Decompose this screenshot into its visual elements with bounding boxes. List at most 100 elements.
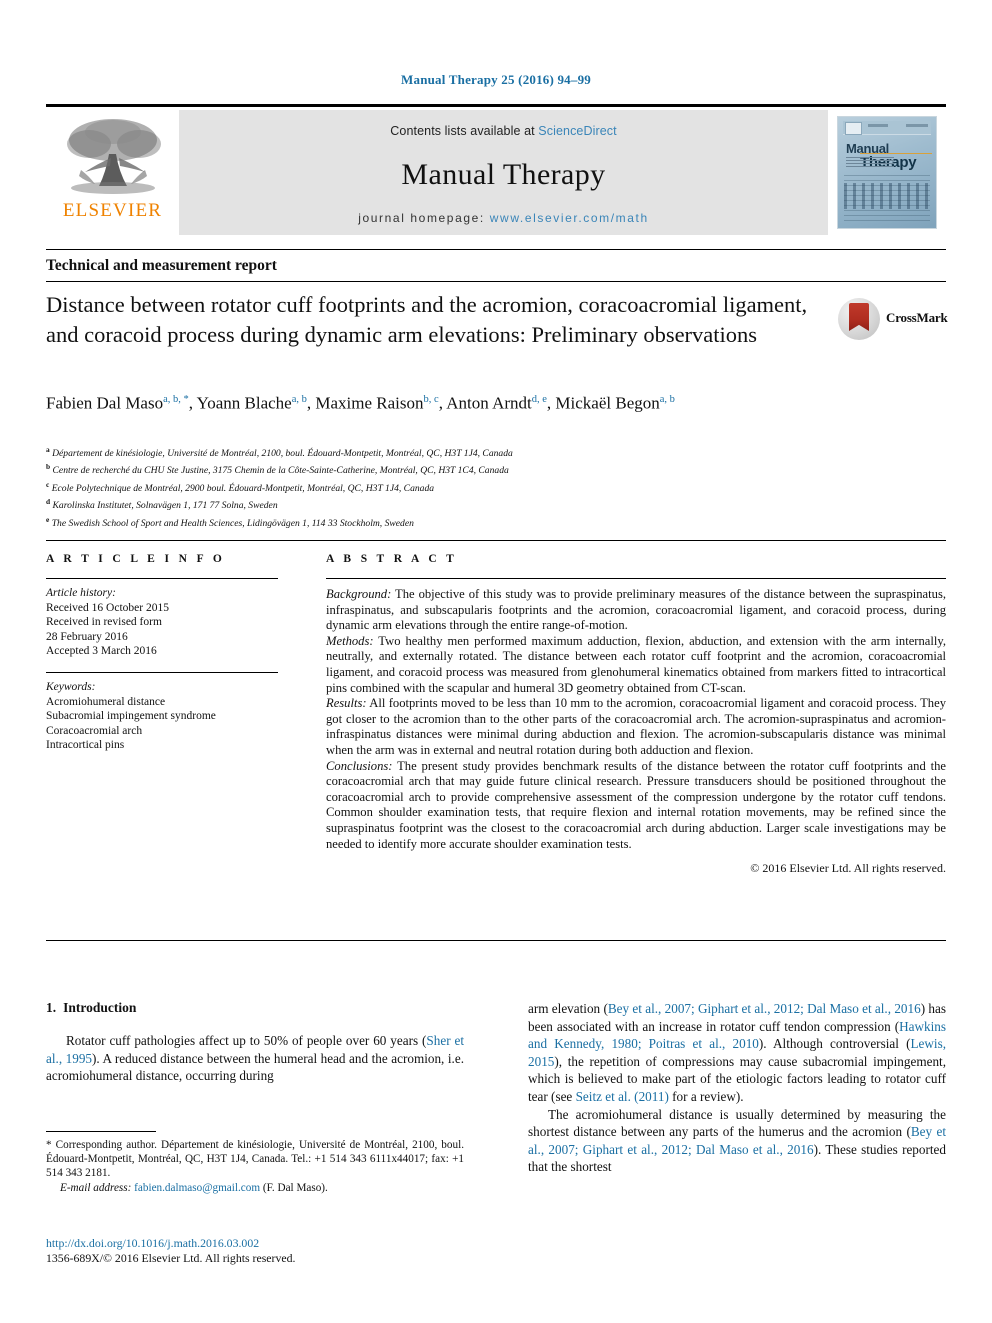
abstract-heading: A B S T R A C T (326, 553, 458, 565)
abstract-section-label: Conclusions: (326, 758, 393, 773)
affiliation-item: e The Swedish School of Sport and Health… (46, 513, 836, 530)
author-name: Fabien Dal Maso (46, 393, 164, 413)
email-link[interactable]: fabien.dalmaso@gmail.com (134, 1182, 260, 1194)
author-marks[interactable]: a, b (660, 394, 675, 405)
intro-text-b: ). A reduced distance between the humera… (46, 1050, 464, 1084)
citation-link[interactable]: Seitz et al. (2011) (576, 1089, 669, 1104)
abstract-section: Methods: Two healthy men performed maxim… (326, 634, 946, 696)
author-marks[interactable]: d, e (532, 394, 547, 405)
affiliation-mark: a (46, 445, 50, 454)
kicker-rule-top (46, 249, 946, 250)
affiliation-mark: e (46, 514, 50, 524)
abstract-body: Background: The objective of this study … (326, 587, 946, 877)
abstract-section: Conclusions: The present study provides … (326, 759, 946, 853)
paper-page: Manual Therapy 25 (2016) 94–99 ELSEVIER … (0, 0, 992, 1323)
abstract-section-label: Background: (326, 587, 392, 601)
affiliation-text: The Swedish School of Sport and Health S… (51, 517, 414, 529)
author-name: Maxime Raison (315, 393, 424, 413)
intro-paragraph-right-2: The acromiohumeral distance is usually d… (528, 1106, 946, 1176)
keyword-item: Intracortical pins (46, 739, 125, 752)
abstract-section-label: Methods: (326, 633, 374, 648)
footnote-block: * Corresponding author. Département de k… (46, 1138, 464, 1195)
masthead-center: Contents lists available at ScienceDirec… (179, 110, 828, 235)
journal-masthead: ELSEVIER Contents lists available at Sci… (46, 104, 946, 235)
affiliation-text: Karolinska Institutet, Solnavägen 1, 171… (52, 500, 278, 512)
journal-homepage-line: journal homepage: www.elsevier.com/math (179, 211, 828, 225)
elsevier-wordmark: ELSEVIER (62, 200, 163, 221)
doi-block: http://dx.doi.org/10.1016/j.math.2016.03… (46, 1236, 476, 1266)
section-number: 1. (46, 1000, 57, 1015)
email-note: E-mail address: fabien.dalmaso@gmail.com… (46, 1181, 464, 1195)
abstract-rule (326, 578, 946, 579)
article-info-rule (46, 578, 278, 579)
issn-copyright: 1356-689X/© 2016 Elsevier Ltd. All right… (46, 1251, 296, 1265)
author-marks[interactable]: b, c (424, 394, 439, 405)
keyword-item: Acromiohumeral distance (46, 695, 166, 708)
crossmark-icon (838, 298, 880, 340)
article-history-label: Article history: (46, 587, 116, 599)
text-c: ). Although controversial ( (758, 1036, 911, 1052)
affiliation-mark: c (46, 479, 50, 489)
citation-link[interactable]: Bey et al., 2007; Giphart et al., 2012; … (608, 1001, 921, 1016)
crossmark-label: CrossMark (886, 310, 948, 325)
crossmark-badge[interactable]: CrossMark (838, 296, 948, 342)
abstract-block-rule-top (46, 540, 946, 541)
intro-text-a: Rotator cuff pathologies affect up to 50… (66, 1033, 427, 1048)
contents-available-line: Contents lists available at ScienceDirec… (390, 124, 616, 138)
article-info-column: A R T I C L E I N F O Article history: R… (46, 553, 278, 753)
author-name: Yoann Blache (196, 393, 292, 413)
keyword-item: Subacromial impingement syndrome (46, 710, 216, 723)
history-item: 28 February 2016 (46, 630, 128, 643)
email-label: E-mail address: (60, 1181, 132, 1194)
article-history: Article history: Received 16 October 201… (46, 586, 278, 659)
kicker-rule-bottom (46, 281, 946, 282)
body-column-left: 1. Introduction Rotator cuff pathologies … (46, 1000, 464, 1085)
abstract-section: Background: The objective of this study … (326, 587, 946, 634)
journal-cover-thumbnail: Manual Therapy (828, 110, 946, 235)
abstract-section-text: The present study provides benchmark res… (326, 758, 946, 851)
intro-paragraph-left: Rotator cuff pathologies affect up to 50… (46, 1032, 464, 1085)
sciencedirect-link[interactable]: ScienceDirect (538, 124, 616, 138)
article-info-heading: A R T I C L E I N F O (46, 553, 226, 565)
intro-paragraph-right-1: arm elevation (Bey et al., 2007; Giphart… (528, 1000, 946, 1106)
keywords-label: Keywords: (46, 680, 96, 693)
corresponding-author-note: * Corresponding author. Département de k… (46, 1139, 464, 1180)
author-marks[interactable]: a, b, * (163, 394, 189, 405)
abstract-section: Results: All footprints moved to be less… (326, 696, 946, 758)
journal-title: Manual Therapy (401, 158, 606, 191)
email-owner: (F. Dal Maso). (262, 1181, 328, 1194)
affiliation-item: a Département de kinésiologie, Universit… (46, 443, 836, 460)
doi-link[interactable]: http://dx.doi.org/10.1016/j.math.2016.03… (46, 1236, 476, 1251)
affiliation-text: Centre de recherché du CHU Ste Justine, … (52, 465, 509, 477)
affiliation-mark: d (46, 497, 51, 507)
author-name: Mickaël Begon (555, 393, 660, 413)
author-list: Fabien Dal Masoa, b, *, Yoann Blachea, b… (46, 393, 675, 413)
text-a: The acromiohumeral distance is usually d… (528, 1106, 946, 1140)
journal-homepage-link[interactable]: www.elsevier.com/math (490, 211, 649, 225)
section-heading-introduction: 1. Introduction (46, 1000, 464, 1016)
affiliation-item: d Karolinska Institutet, Solnavägen 1, 1… (46, 495, 836, 512)
author-name: Anton Arndt (446, 393, 532, 413)
section-title: Introduction (63, 1000, 137, 1015)
elsevier-tree-icon (59, 114, 167, 200)
abstract-block-rule-bottom (46, 940, 946, 941)
text-e: for a review). (668, 1088, 744, 1104)
text-a: arm elevation ( (528, 1001, 608, 1016)
page-title: Distance between rotator cuff footprints… (46, 292, 808, 347)
affiliation-text: Département de kinésiologie, Université … (52, 448, 513, 460)
author-marks[interactable]: a, b (292, 394, 307, 405)
affiliation-mark: b (46, 462, 51, 472)
keywords-rule (46, 671, 278, 673)
history-item: Received 16 October 2015 (46, 601, 169, 614)
keywords-list: Keywords: Acromiohumeral distance Subacr… (46, 680, 278, 753)
abstract-section-label: Results: (326, 696, 367, 711)
footnote-rule (46, 1131, 156, 1132)
contents-prefix: Contents lists available at (390, 124, 539, 138)
affiliation-text: Ecole Polytechnique de Montréal, 2900 bo… (51, 482, 435, 494)
affiliation-item: c Ecole Polytechnique de Montréal, 2900 … (46, 478, 836, 495)
body-column-right: arm elevation (Bey et al., 2007; Giphart… (528, 1000, 946, 1176)
abstract-section-text: Two healthy men performed maximum adduct… (326, 633, 946, 695)
affiliation-list: a Département de kinésiologie, Universit… (46, 443, 836, 530)
elsevier-logo: ELSEVIER (46, 110, 179, 235)
homepage-prefix: journal homepage: (358, 211, 490, 225)
